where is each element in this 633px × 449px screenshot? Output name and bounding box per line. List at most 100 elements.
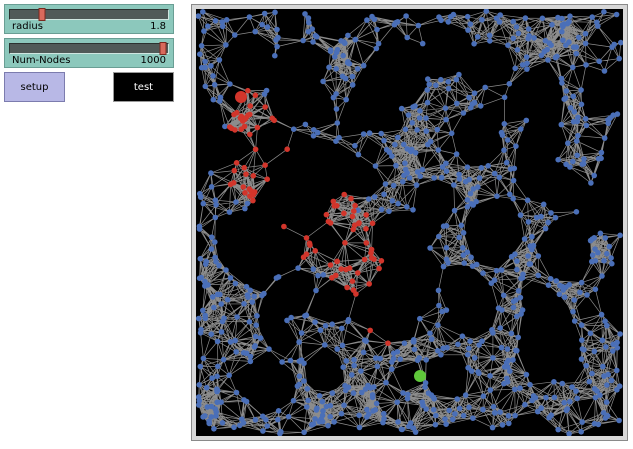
- network-node: [402, 126, 409, 133]
- network-node: [517, 212, 524, 218]
- network-node: [214, 338, 221, 345]
- network-node: [490, 355, 496, 361]
- network-node: [609, 44, 615, 50]
- network-node: [233, 199, 239, 205]
- network-node: [519, 307, 526, 313]
- network-node: [581, 347, 587, 353]
- radius-slider[interactable]: radius 1.8: [4, 4, 174, 34]
- network-node: [601, 68, 608, 74]
- network-node: [264, 24, 271, 30]
- network-node: [605, 371, 611, 378]
- network-node: [450, 416, 456, 423]
- visited-node: [281, 223, 287, 230]
- network-node: [446, 407, 452, 414]
- visited-node: [250, 192, 256, 198]
- network-node: [513, 313, 520, 320]
- visited-node: [367, 327, 373, 334]
- network-node: [339, 325, 345, 332]
- network-node: [201, 28, 207, 34]
- network-node: [602, 235, 609, 241]
- network-node: [503, 159, 510, 166]
- network-node: [375, 40, 382, 47]
- network-node: [566, 18, 572, 25]
- setup-button[interactable]: setup: [4, 72, 65, 102]
- visited-node: [306, 240, 313, 246]
- network-node: [518, 126, 524, 132]
- network-node: [448, 130, 455, 137]
- num-nodes-slider-track[interactable]: [9, 42, 169, 55]
- network-node: [197, 194, 204, 200]
- network-node: [515, 334, 521, 341]
- visited-node: [353, 291, 359, 297]
- radius-slider-track[interactable]: [9, 8, 169, 21]
- network-node: [382, 181, 389, 187]
- network-node: [364, 17, 370, 23]
- network-node: [340, 364, 346, 371]
- network-node: [423, 128, 430, 134]
- network-node: [600, 363, 606, 370]
- network-node: [253, 322, 259, 329]
- network-node: [196, 394, 202, 400]
- network-node: [305, 397, 311, 404]
- network-node: [295, 265, 301, 271]
- network-node: [599, 273, 605, 279]
- network-node: [416, 115, 423, 121]
- network-node: [460, 110, 467, 116]
- visited-node: [327, 220, 334, 226]
- test-button[interactable]: test: [113, 72, 174, 102]
- network-node: [440, 345, 446, 352]
- network-node: [616, 383, 623, 390]
- network-node: [461, 260, 468, 266]
- network-node: [203, 258, 210, 265]
- network-node: [398, 105, 405, 112]
- visited-node: [247, 103, 253, 109]
- network-node: [233, 389, 240, 396]
- network-world-view[interactable]: [196, 9, 623, 436]
- radius-slider-thumb[interactable]: [38, 8, 46, 21]
- network-node: [491, 277, 498, 284]
- radius-value: 1.8: [150, 21, 166, 32]
- network-node: [438, 174, 445, 181]
- network-node: [616, 55, 622, 62]
- network-node: [564, 406, 571, 412]
- network-node: [274, 26, 280, 33]
- network-node: [205, 23, 211, 29]
- network-node: [525, 26, 532, 32]
- network-node: [296, 373, 303, 380]
- network-node: [415, 22, 422, 29]
- network-node: [315, 272, 321, 279]
- network-node: [208, 170, 214, 176]
- network-node: [589, 252, 596, 258]
- network-node: [460, 245, 466, 251]
- network-node: [311, 127, 317, 133]
- network-node: [409, 120, 415, 126]
- network-node: [212, 197, 219, 203]
- network-node: [510, 177, 517, 184]
- network-node: [208, 63, 214, 69]
- network-node: [279, 359, 285, 365]
- network-node: [219, 23, 226, 30]
- network-node: [300, 37, 306, 44]
- network-node: [545, 219, 551, 226]
- num-nodes-slider[interactable]: Num-Nodes 1000: [4, 38, 174, 68]
- num-nodes-slider-thumb[interactable]: [159, 42, 167, 55]
- visited-node: [227, 181, 234, 188]
- network-node: [517, 385, 523, 391]
- network-node: [504, 364, 511, 370]
- network-node: [570, 308, 576, 315]
- network-node: [226, 209, 233, 215]
- network-node: [464, 164, 471, 170]
- network-node: [492, 409, 498, 416]
- network-node: [447, 14, 454, 20]
- network-node: [378, 206, 385, 213]
- network-node: [342, 382, 348, 389]
- network-node: [451, 182, 457, 188]
- network-node: [599, 337, 606, 344]
- network-node: [402, 166, 409, 173]
- network-node: [364, 406, 370, 413]
- network-node: [204, 404, 211, 410]
- network-node: [316, 418, 323, 425]
- network-node: [356, 412, 362, 419]
- network-node: [331, 419, 337, 425]
- network-node: [212, 18, 219, 24]
